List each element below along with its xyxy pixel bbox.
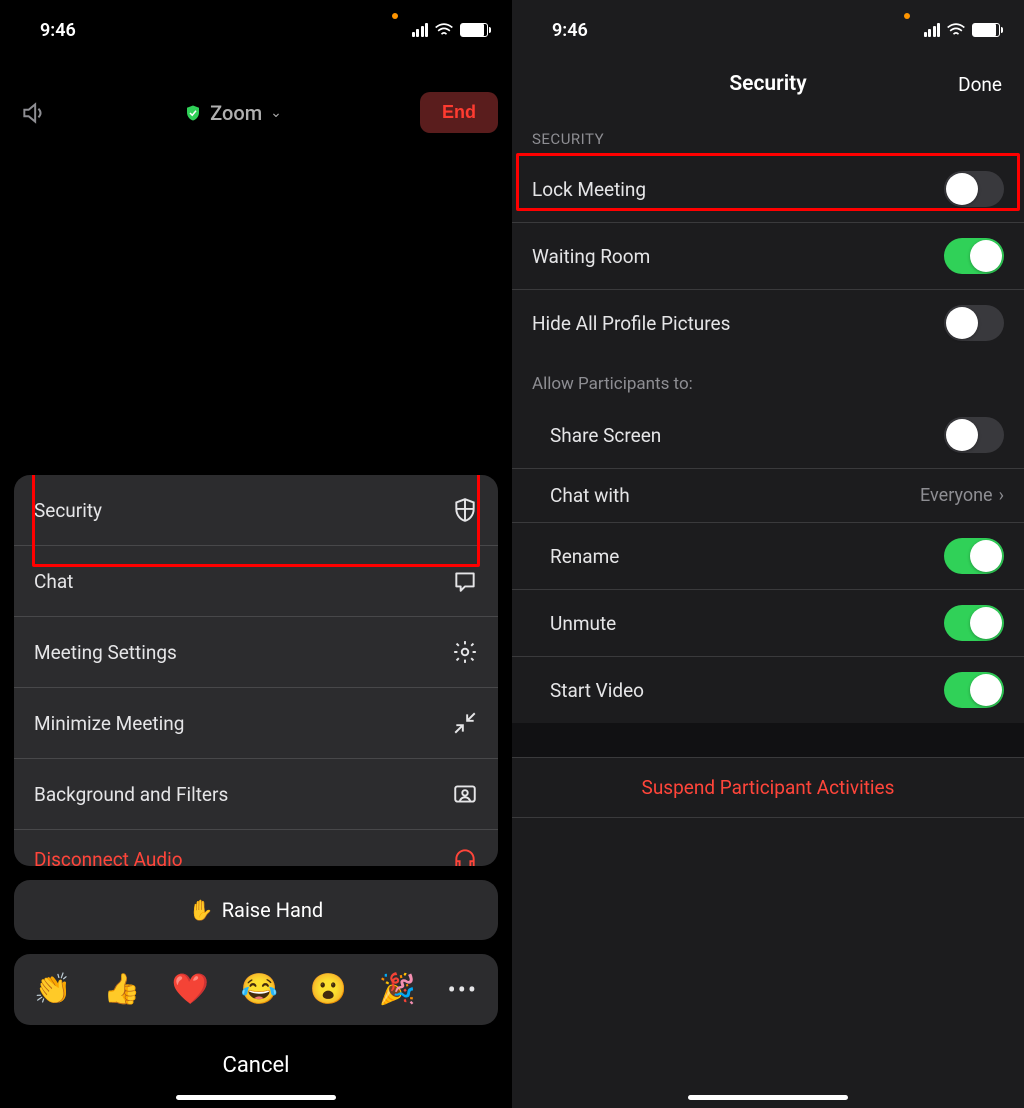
menu-disconnect-audio[interactable]: Disconnect Audio <box>14 830 498 866</box>
row-label: Share Screen <box>550 424 661 447</box>
toggle-lock-meeting[interactable] <box>944 171 1004 207</box>
cancel-button[interactable]: Cancel <box>14 1039 498 1088</box>
toggle-hide-pictures[interactable] <box>944 305 1004 341</box>
toggle-start-video[interactable] <box>944 672 1004 708</box>
action-sheet: Security Chat Meeting Settings Minimize … <box>0 475 512 1108</box>
left-screenshot: 9:46 Zoom ⌄ End Security Chat <box>0 0 512 1108</box>
wifi-icon <box>434 22 454 38</box>
row-share-screen[interactable]: Share Screen <box>512 402 1024 469</box>
menu-settings[interactable]: Meeting Settings <box>14 617 498 688</box>
allow-participants-label: Allow Participants to: <box>512 356 1024 402</box>
status-time: 9:46 <box>40 20 76 41</box>
chat-icon <box>452 568 478 594</box>
row-label: Start Video <box>550 679 644 702</box>
raise-hand-label: Raise Hand <box>222 898 323 922</box>
home-indicator[interactable] <box>688 1095 848 1100</box>
menu-label: Security <box>34 499 102 522</box>
meeting-title[interactable]: Zoom ⌄ <box>184 101 282 125</box>
chat-with-value: Everyone › <box>920 485 1004 506</box>
gear-icon <box>452 639 478 665</box>
reaction-wow[interactable]: 😮 <box>310 972 347 1007</box>
reaction-thumbs-up[interactable]: 👍 <box>103 972 140 1007</box>
row-start-video[interactable]: Start Video <box>512 657 1024 723</box>
title-text: Zoom <box>210 101 262 125</box>
menu-minimize[interactable]: Minimize Meeting <box>14 688 498 759</box>
minimize-icon <box>452 710 478 736</box>
reaction-tada[interactable]: 🎉 <box>379 972 416 1007</box>
status-time: 9:46 <box>552 20 588 41</box>
suspend-activities-button[interactable]: Suspend Participant Activities <box>512 757 1024 818</box>
wifi-icon <box>946 22 966 38</box>
row-waiting-room[interactable]: Waiting Room <box>512 223 1024 290</box>
status-icons <box>400 22 489 38</box>
row-label: Rename <box>550 545 619 568</box>
more-reactions-icon[interactable]: ••• <box>448 976 478 1004</box>
toggle-waiting-room[interactable] <box>944 238 1004 274</box>
row-label: Hide All Profile Pictures <box>532 312 730 335</box>
cellular-icon <box>924 23 941 37</box>
row-label: Lock Meeting <box>532 178 646 201</box>
person-frame-icon <box>452 781 478 807</box>
battery-icon <box>972 23 1000 37</box>
toggle-unmute[interactable] <box>944 605 1004 641</box>
reactions-bar: 👏 👍 ❤️ 😂 😮 🎉 ••• <box>14 954 498 1025</box>
menu-label: Meeting Settings <box>34 641 177 664</box>
section-spacer <box>512 723 1024 757</box>
menu-security[interactable]: Security <box>14 475 498 546</box>
row-label: Waiting Room <box>532 245 650 268</box>
page-title: Security <box>729 72 806 96</box>
value-text: Everyone <box>920 485 993 506</box>
reaction-heart[interactable]: ❤️ <box>172 972 209 1007</box>
row-label: Chat with <box>550 484 630 507</box>
headphones-icon <box>452 846 478 866</box>
right-screenshot: 9:46 Security Done SECURITY Lock Meeting… <box>512 0 1024 1108</box>
cellular-icon <box>412 23 429 37</box>
raise-hand-button[interactable]: ✋ Raise Hand <box>14 880 498 940</box>
battery-icon <box>460 23 488 37</box>
security-settings: Lock Meeting Waiting Room Hide All Profi… <box>512 156 1024 356</box>
row-rename[interactable]: Rename <box>512 523 1024 590</box>
recording-dot-icon <box>392 13 398 19</box>
menu-chat[interactable]: Chat <box>14 546 498 617</box>
section-header: SECURITY <box>512 112 1024 156</box>
row-lock-meeting[interactable]: Lock Meeting <box>512 156 1024 223</box>
toggle-rename[interactable] <box>944 538 1004 574</box>
row-unmute[interactable]: Unmute <box>512 590 1024 657</box>
speaker-icon[interactable] <box>20 100 46 126</box>
shield-check-icon <box>184 103 202 123</box>
chevron-right-icon: › <box>999 485 1004 506</box>
allow-settings: Share Screen Chat with Everyone › Rename… <box>512 402 1024 723</box>
menu-background[interactable]: Background and Filters <box>14 759 498 830</box>
done-button[interactable]: Done <box>958 73 1002 96</box>
home-indicator[interactable] <box>176 1095 336 1100</box>
menu-label: Chat <box>34 570 73 593</box>
shield-icon <box>452 497 478 523</box>
status-bar: 9:46 <box>512 0 1024 52</box>
status-icons <box>912 22 1001 38</box>
end-button[interactable]: End <box>420 92 498 133</box>
more-menu: Security Chat Meeting Settings Minimize … <box>14 475 498 866</box>
recording-dot-icon <box>904 13 910 19</box>
meeting-top-bar: Zoom ⌄ End <box>0 52 512 147</box>
reaction-laugh[interactable]: 😂 <box>241 972 278 1007</box>
toggle-share-screen[interactable] <box>944 417 1004 453</box>
security-header: Security Done <box>512 52 1024 112</box>
hand-icon: ✋ <box>189 898 214 922</box>
menu-label: Disconnect Audio <box>34 848 183 867</box>
row-label: Unmute <box>550 612 616 635</box>
chevron-down-icon: ⌄ <box>270 105 282 121</box>
status-bar: 9:46 <box>0 0 512 52</box>
menu-label: Minimize Meeting <box>34 712 184 735</box>
row-chat-with[interactable]: Chat with Everyone › <box>512 469 1024 523</box>
menu-label: Background and Filters <box>34 783 228 806</box>
reaction-clap[interactable]: 👏 <box>34 972 71 1007</box>
row-hide-pictures[interactable]: Hide All Profile Pictures <box>512 290 1024 356</box>
